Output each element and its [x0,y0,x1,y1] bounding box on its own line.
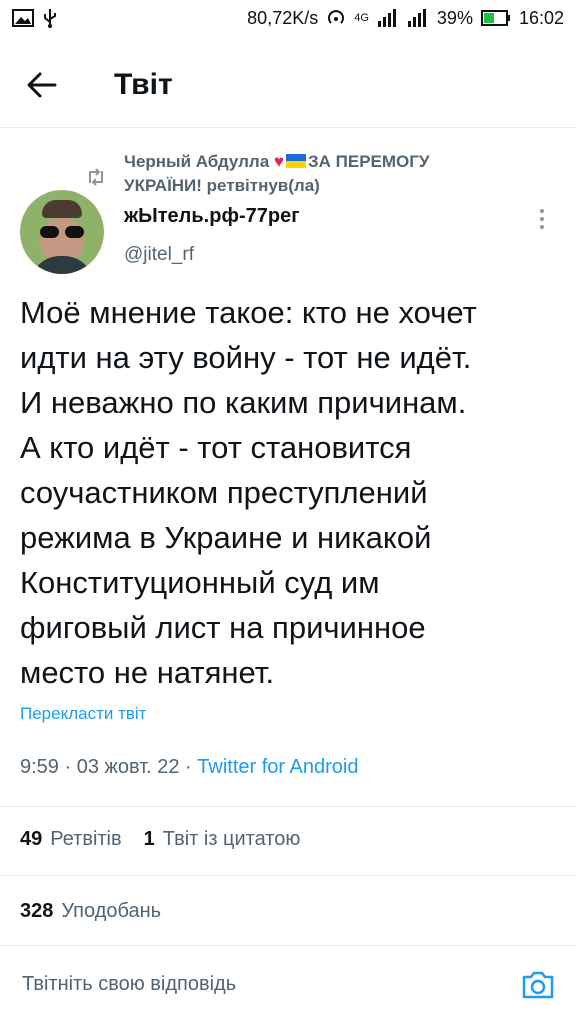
reply-bar [0,945,576,1023]
network-speed: 80,72K/s [247,7,319,28]
battery-percent: 39% [436,7,473,28]
reply-input[interactable] [20,972,444,997]
author-name[interactable]: жЫтель.рф-77рег [124,205,300,228]
likes-count: 328 [20,900,54,922]
network-type: 4G [354,12,369,24]
dot-icon [540,209,544,213]
divider [0,806,576,807]
clock: 16:02 [518,7,564,28]
retweeted-by-text[interactable]: Черный Абдулла ♥ ЗА ПЕРЕМОГУ УКРАЇНИ! рет… [124,150,506,198]
battery-icon [480,10,511,26]
status-bar: 80,72K/s 4G 39% 16:02 [0,0,576,36]
avatar-glasses [40,226,84,238]
more-options-button[interactable] [530,204,554,234]
signal-2-icon [407,9,429,27]
arrow-left-icon [27,72,57,97]
signal-icon [377,9,399,27]
heart-icon: ♥ [273,152,284,171]
camera-button[interactable] [520,967,556,1003]
quotes-stat[interactable]: 1 Твіт із цитатою [144,828,301,851]
likes-stats-row: 328 Уподобань [20,900,183,923]
avatar[interactable] [20,190,104,274]
hotspot-icon [326,8,346,28]
avatar-hair [42,200,82,218]
quotes-label: Твіт із цитатою [162,828,301,850]
quotes-count: 1 [143,828,155,850]
back-button[interactable] [18,61,66,109]
avatar-shirt [30,256,94,274]
tweet-detail-screen: 80,72K/s 4G 39% 16:02 Твіт Черный Абдулл… [0,0,576,1024]
divider [0,875,576,876]
translate-tweet-link[interactable]: Перекласти твіт [20,704,146,724]
retweet-stats-row: 49 Ретвітів 1 Твіт із цитатою [20,828,322,851]
dot-icon [540,225,544,229]
usb-icon [42,8,58,28]
status-left [12,8,58,28]
app-header: Твіт [0,42,576,128]
tweet-text: Моё мнение такое: кто не хочет идти на э… [20,295,477,690]
retweets-label: Ретвітів [50,828,122,850]
retweeter-name: Черный Абдулла [124,152,274,171]
retweet-icon [86,168,106,191]
camera-icon [522,971,554,998]
status-right: 80,72K/s 4G 39% 16:02 [247,8,564,29]
tweet-source-link[interactable]: Twitter for Android [197,756,358,778]
page-title: Твіт [114,67,173,101]
likes-stat[interactable]: 328 Уподобань [20,900,161,923]
author-handle[interactable]: @jitel_rf [124,244,194,266]
tweet-timestamp: 9:59 · 03 жовт. 22 · [20,756,198,778]
retweet-context: Черный Абдулла ♥ ЗА ПЕРЕМОГУ УКРАЇНИ! рет… [86,150,506,198]
retweets-stat[interactable]: 49 Ретвітів [20,828,122,851]
dot-icon [540,217,544,221]
gallery-notification-icon [12,9,34,27]
likes-label: Уподобань [61,900,162,922]
tweet-meta: 9:59 · 03 жовт. 22 · Twitter for Android [20,756,358,779]
ukraine-flag-icon [285,154,306,168]
retweets-count: 49 [20,828,43,850]
